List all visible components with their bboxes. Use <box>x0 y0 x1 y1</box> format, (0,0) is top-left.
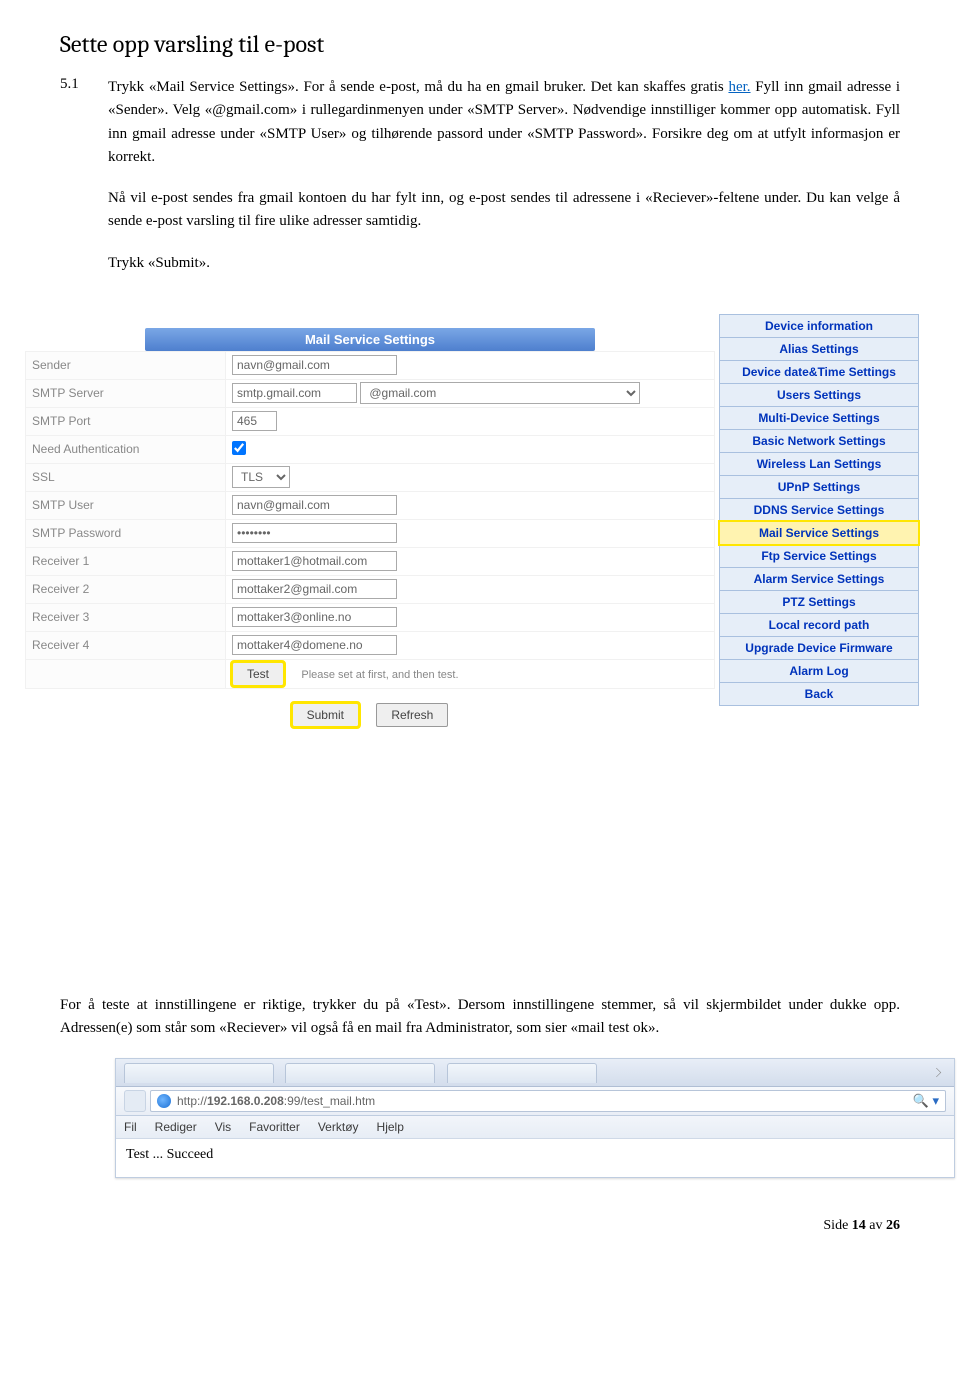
row-smtp-server: SMTP Server @gmail.com <box>26 379 715 407</box>
row-smtp-port: SMTP Port <box>26 407 715 435</box>
footer-current: 14 <box>852 1218 866 1233</box>
label-ssl: SSL <box>26 463 226 491</box>
sender-input[interactable] <box>232 355 397 375</box>
smtp-user-input[interactable] <box>232 495 397 515</box>
bottom-buttons: Submit Refresh <box>25 703 715 727</box>
menu-item[interactable]: Verktøy <box>318 1120 359 1134</box>
label-receiver1: Receiver 1 <box>26 547 226 575</box>
paragraph-3: Trykk «Submit». <box>108 252 900 275</box>
row-smtp-password: SMTP Password <box>26 519 715 547</box>
label-smtp-password: SMTP Password <box>26 519 226 547</box>
row-receiver1: Receiver 1 <box>26 547 715 575</box>
label-receiver2: Receiver 2 <box>26 575 226 603</box>
footer-total: 26 <box>886 1218 900 1233</box>
browser-tab[interactable] <box>447 1063 597 1083</box>
browser-menubar: Fil Rediger Vis Favoritter Verktøy Hjelp <box>116 1116 954 1139</box>
gmail-link[interactable]: her. <box>728 79 750 95</box>
row-sender: Sender <box>26 351 715 379</box>
label-sender: Sender <box>26 351 226 379</box>
sidebar-item[interactable]: Local record path <box>719 613 919 637</box>
settings-sidebar: Device informationAlias SettingsDevice d… <box>719 312 919 733</box>
footer-mid: av <box>866 1218 886 1233</box>
browser-tabstrip <box>116 1059 954 1087</box>
sidebar-item[interactable]: Wireless Lan Settings <box>719 452 919 476</box>
row-smtp-user: SMTP User <box>26 491 715 519</box>
url-pre: http:// <box>177 1094 207 1108</box>
sidebar-item[interactable]: Back <box>719 682 919 706</box>
sidebar-item[interactable]: Multi-Device Settings <box>719 406 919 430</box>
receiver4-input[interactable] <box>232 635 397 655</box>
row-receiver3: Receiver 3 <box>26 603 715 631</box>
row-ssl: SSL TLS <box>26 463 715 491</box>
row-need-auth: Need Authentication <box>26 435 715 463</box>
form-title: Mail Service Settings <box>145 328 595 351</box>
menu-item[interactable]: Hjelp <box>377 1120 404 1134</box>
sidebar-item[interactable]: Alarm Log <box>719 659 919 683</box>
ie-icon <box>157 1094 171 1108</box>
menu-item[interactable]: Vis <box>215 1120 231 1134</box>
search-icon[interactable]: 🔍 ▾ <box>913 1093 939 1109</box>
label-smtp-port: SMTP Port <box>26 407 226 435</box>
sidebar-item[interactable]: Users Settings <box>719 383 919 407</box>
page-number: Side 14 av 26 <box>823 1218 900 1234</box>
settings-table: Sender SMTP Server @gmail.com SMTP Port … <box>25 351 715 689</box>
sidebar-item[interactable]: Mail Service Settings <box>719 521 919 545</box>
sidebar-item[interactable]: Device date&Time Settings <box>719 360 919 384</box>
menu-item[interactable]: Rediger <box>155 1120 197 1134</box>
label-need-auth: Need Authentication <box>26 435 226 463</box>
sidebar-item[interactable]: Alias Settings <box>719 337 919 361</box>
row-receiver2: Receiver 2 <box>26 575 715 603</box>
receiver3-input[interactable] <box>232 607 397 627</box>
section-number: 5.1 <box>60 76 108 293</box>
need-auth-checkbox[interactable] <box>232 441 246 455</box>
sidebar-item[interactable]: PTZ Settings <box>719 590 919 614</box>
submit-button[interactable]: Submit <box>292 703 359 727</box>
footer-pre: Side <box>823 1218 851 1233</box>
smtp-domain-select[interactable]: @gmail.com <box>360 382 640 404</box>
page-heading: Sette opp varsling til e-post <box>60 30 900 58</box>
url-box[interactable]: http://192.168.0.208:99/test_mail.htm 🔍 … <box>150 1090 946 1112</box>
para1-pre: Trykk «Mail Service Settings». For å sen… <box>108 79 728 95</box>
test-hint: Please set at first, and then test. <box>287 669 458 681</box>
url-bar: http://192.168.0.208:99/test_mail.htm 🔍 … <box>116 1087 954 1116</box>
sidebar-item[interactable]: UPnP Settings <box>719 475 919 499</box>
row-receiver4: Receiver 4 <box>26 631 715 659</box>
sidebar-item[interactable]: Ftp Service Settings <box>719 544 919 568</box>
receiver2-input[interactable] <box>232 579 397 599</box>
paragraph-2: Nå vil e-post sendes fra gmail kontoen d… <box>108 187 900 234</box>
url-post: :99/test_mail.htm <box>284 1094 375 1108</box>
refresh-button[interactable]: Refresh <box>376 703 448 727</box>
receiver1-input[interactable] <box>232 551 397 571</box>
label-receiver3: Receiver 3 <box>26 603 226 631</box>
sidebar-item[interactable]: Alarm Service Settings <box>719 567 919 591</box>
browser-tab[interactable] <box>124 1063 274 1083</box>
ssl-select[interactable]: TLS <box>232 466 290 488</box>
smtp-server-input[interactable] <box>232 383 357 403</box>
url-host: 192.168.0.208 <box>207 1094 284 1108</box>
smtp-password-input[interactable] <box>232 523 397 543</box>
back-button[interactable] <box>124 1090 146 1112</box>
sidebar-item[interactable]: Upgrade Device Firmware <box>719 636 919 660</box>
menu-item[interactable]: Fil <box>124 1120 137 1134</box>
sidebar-item[interactable]: DDNS Service Settings <box>719 498 919 522</box>
test-button[interactable]: Test <box>232 662 284 686</box>
row-test: Test Please set at first, and then test. <box>26 659 715 688</box>
browser-screenshot: http://192.168.0.208:99/test_mail.htm 🔍 … <box>115 1058 955 1178</box>
browser-tab[interactable] <box>285 1063 435 1083</box>
settings-screenshot: Mail Service Settings Sender SMTP Server… <box>20 311 920 734</box>
browser-content: Test ... Succeed <box>116 1139 954 1177</box>
label-smtp-user: SMTP User <box>26 491 226 519</box>
menu-item[interactable]: Favoritter <box>249 1120 300 1134</box>
paragraph-4: For å teste at innstillingene er riktige… <box>60 994 900 1041</box>
numbered-paragraph: 5.1 Trykk «Mail Service Settings». For å… <box>60 76 900 293</box>
form-pane: Mail Service Settings Sender SMTP Server… <box>21 312 719 733</box>
sidebar-item[interactable]: Device information <box>719 314 919 338</box>
paragraph-1: Trykk «Mail Service Settings». For å sen… <box>108 76 900 169</box>
label-receiver4: Receiver 4 <box>26 631 226 659</box>
label-smtp-server: SMTP Server <box>26 379 226 407</box>
smtp-port-input[interactable] <box>232 411 277 431</box>
sidebar-item[interactable]: Basic Network Settings <box>719 429 919 453</box>
